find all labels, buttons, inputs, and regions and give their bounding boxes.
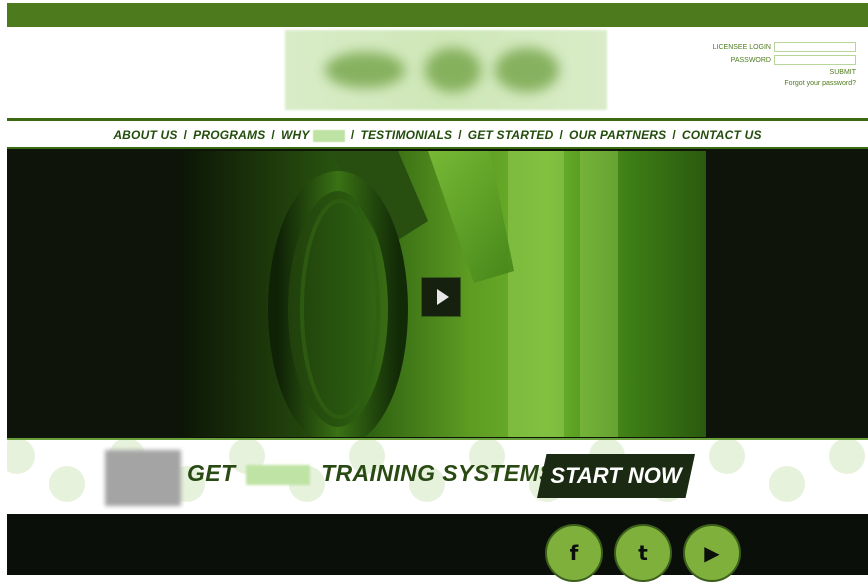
nav-item-why-brand-blur [312,129,345,142]
username-row: LICENSEE LOGIN [713,41,856,53]
nav-item-programs[interactable]: PROGRAMS [193,128,265,142]
nav-separator: / [271,128,275,142]
password-label: PASSWORD [730,56,771,64]
cta-headline: GET TRAINING SYSTEMS. [187,460,562,487]
main-nav: ABOUT US / PROGRAMS / WHY / TESTIMONIALS… [7,123,868,147]
video-section [7,149,868,439]
youtube-button[interactable]: ▶ [683,524,741,582]
cta-tail-text: TRAINING SYSTEMS. [321,460,562,486]
logo-blob [325,52,405,88]
banner-logo [105,450,181,506]
nav-item-contact-us[interactable]: CONTACT US [682,128,762,142]
nav-separator: / [559,128,564,142]
facebook-icon: f [569,541,579,565]
password-input[interactable] [774,55,856,65]
logo[interactable] [285,30,607,110]
top-bar [7,3,868,27]
cta-brand-blur [246,464,311,485]
username-label: LICENSEE LOGIN [712,43,771,51]
login-panel: LICENSEE LOGIN PASSWORD SUBMIT Forgot yo… [696,41,856,111]
header: LICENSEE LOGIN PASSWORD SUBMIT Forgot yo… [7,27,868,118]
facebook-button[interactable]: f [545,524,603,582]
nav-item-why[interactable]: WHY [281,128,345,142]
nav-item-testimonials[interactable]: TESTIMONIALS [360,128,452,142]
nav-item-why-label: WHY [280,128,310,142]
nav-separator: / [672,128,676,142]
nav-item-our-partners[interactable]: OUR PARTNERS [569,128,666,142]
forgot-password-link[interactable]: Forgot your password? [784,80,856,87]
nav-separator: / [458,128,462,142]
background-strap [508,151,564,437]
nav-items: ABOUT US / PROGRAMS / WHY / TESTIMONIALS… [113,128,761,142]
play-icon [436,289,449,305]
nav-item-get-started[interactable]: GET STARTED [468,128,554,142]
cta-get-text: GET [187,460,236,486]
logo-blob [495,48,559,92]
background-strap [580,151,618,437]
strap-tail [428,151,514,283]
nav-item-about-us[interactable]: ABOUT US [113,128,177,142]
left-edge [0,0,7,575]
start-now-button[interactable]: START NOW [537,454,695,498]
twitter-icon: t [638,541,648,565]
logo-blob [425,48,481,92]
video-play-button[interactable] [421,277,461,317]
page-frame: LICENSEE LOGIN PASSWORD SUBMIT Forgot yo… [0,0,868,582]
username-input[interactable] [774,42,856,52]
cta-banner: GET TRAINING SYSTEMS. START NOW [7,438,868,516]
footer: f t ▶ [7,514,868,582]
youtube-icon: ▶ [704,541,720,565]
video-player[interactable] [178,151,706,437]
submit-button[interactable]: SUBMIT [830,69,856,76]
nav-separator: / [183,128,188,142]
nav-top-line [7,118,868,121]
nav-separator: / [350,128,355,142]
ring-highlight [300,199,380,419]
password-row: PASSWORD [731,54,856,66]
twitter-button[interactable]: t [614,524,672,582]
